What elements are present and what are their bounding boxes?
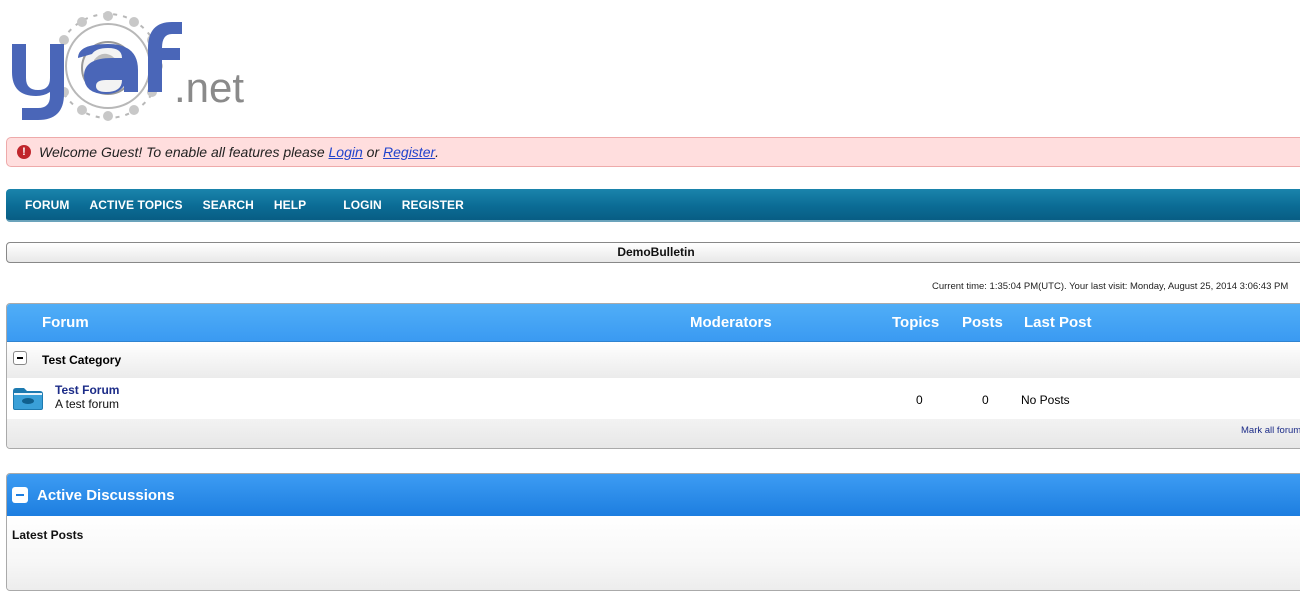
nav-login[interactable]: LOGIN — [333, 198, 392, 212]
login-link[interactable]: Login — [329, 144, 363, 160]
active-discussions: Active Discussions Latest Posts — [6, 473, 1300, 591]
header-posts: Posts — [962, 314, 1003, 331]
forum-table-header: Forum Moderators Topics Posts Last Post — [7, 304, 1300, 342]
mark-all-read-link[interactable]: Mark all forums as read — [1241, 425, 1300, 436]
register-link[interactable]: Register — [383, 144, 435, 160]
header-moderators: Moderators — [690, 314, 772, 331]
board-name: DemoBulletin — [617, 245, 695, 259]
nav-register[interactable]: REGISTER — [392, 198, 474, 212]
active-discussions-header: Active Discussions — [7, 474, 1300, 516]
site-logo[interactable]: .net — [6, 8, 266, 130]
welcome-text: Welcome Guest! To enable all features pl… — [39, 144, 329, 160]
exclamation-icon: ! — [17, 145, 31, 159]
header-forum: Forum — [42, 314, 89, 331]
or-text: or — [362, 144, 384, 160]
svg-text:.net: .net — [174, 64, 244, 111]
forum-topics-count: 0 — [916, 393, 923, 407]
forum-footer: Mark all forums as read — [7, 419, 1300, 448]
forum-row: Test Forum A test forum 0 0 No Posts — [7, 378, 1300, 419]
active-discussions-title: Active Discussions — [37, 487, 175, 504]
guest-welcome-message: ! Welcome Guest! To enable all features … — [6, 137, 1300, 167]
nav-forum[interactable]: FORUM — [15, 198, 80, 212]
category-name[interactable]: Test Category — [42, 353, 121, 367]
nav-search[interactable]: SEARCH — [193, 198, 264, 212]
forum-name-link[interactable]: Test Forum — [55, 383, 119, 397]
forum-posts-count: 0 — [982, 393, 989, 407]
nav-active-topics[interactable]: ACTIVE TOPICS — [80, 198, 193, 212]
forum-last-post: No Posts — [1021, 393, 1070, 407]
active-discussions-body: Latest Posts — [7, 516, 1300, 590]
header-last-post: Last Post — [1024, 314, 1092, 331]
yaf-logo-icon: .net — [12, 11, 244, 121]
collapse-toggle-icon[interactable] — [13, 351, 27, 365]
board-name-bar: DemoBulletin — [6, 242, 1300, 263]
latest-posts-label: Latest Posts — [12, 528, 84, 542]
forum-list: Forum Moderators Topics Posts Last Post … — [6, 303, 1300, 449]
collapse-toggle-icon[interactable] — [12, 487, 28, 503]
forum-description: A test forum — [55, 397, 120, 411]
nav-help[interactable]: HELP — [264, 198, 316, 212]
main-nav: FORUM ACTIVE TOPICS SEARCH HELP LOGIN RE… — [6, 189, 1300, 222]
header-topics: Topics — [892, 314, 940, 331]
period-text: . — [435, 144, 440, 160]
folder-icon — [13, 388, 43, 410]
time-info: Current time: 1:35:04 PM(UTC). Your last… — [932, 281, 1289, 292]
category-row: Test Category — [7, 342, 1300, 378]
